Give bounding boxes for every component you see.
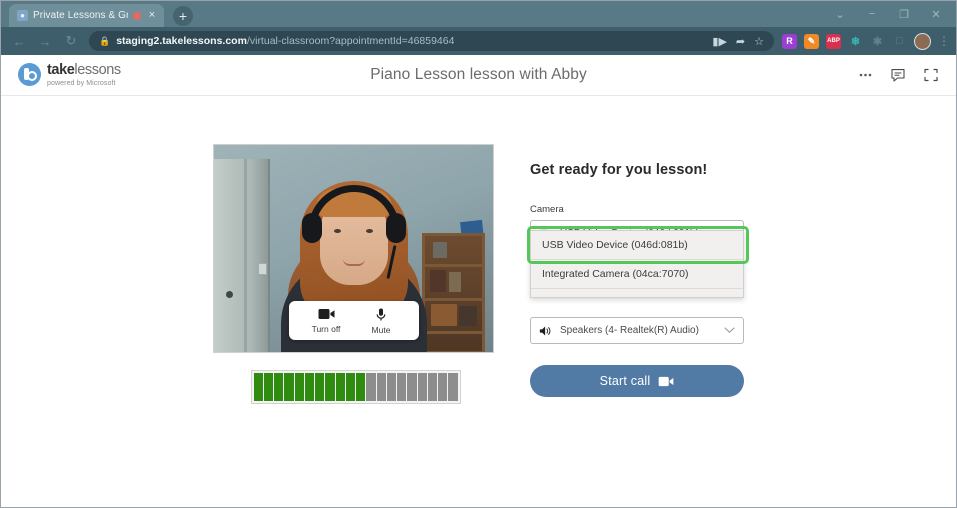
lock-icon: 🔒 [99, 35, 111, 46]
start-call-button[interactable]: Start call [530, 365, 744, 397]
audio-meter-segment [304, 373, 314, 401]
tab-search-chevron-icon[interactable]: ⌄ [824, 2, 856, 26]
video-bookshelf [422, 233, 485, 352]
audio-meter-segment [417, 373, 427, 401]
omnibox-actions: ▮▶ ➦ ☆ [704, 35, 764, 48]
audio-level-meter [250, 370, 461, 404]
video-lightswitch [258, 263, 267, 275]
app-header: takelessons powered by Microsoft Piano L… [1, 55, 956, 96]
main-content: Turn off Mute Get ready for you lesson! … [1, 96, 956, 507]
chat-icon[interactable] [890, 67, 906, 83]
video-camera-icon [318, 309, 334, 319]
audio-meter-segment [345, 373, 355, 401]
close-tab-icon[interactable]: × [146, 10, 158, 21]
microphone-icon [376, 308, 386, 321]
video-preview: Turn off Mute [213, 144, 494, 353]
setup-panel: Get ready for you lesson! Camera USB Vid… [527, 144, 749, 507]
speaker-icon [539, 326, 551, 335]
camera-options-dropdown[interactable]: USB Video Device (046d:081b) Integrated … [527, 226, 749, 298]
window-controls: ⌄ − ❐ ✕ [824, 1, 952, 27]
fullscreen-icon[interactable] [923, 67, 939, 83]
camera-field-label: Camera [530, 204, 564, 215]
speaker-selected-value: Speakers (4- Realtek(R) Audio) [560, 325, 699, 336]
url-host: staging2.takelessons.com [116, 35, 247, 47]
url-text: staging2.takelessons.com/virtual-classro… [116, 35, 454, 47]
audio-meter-segment [356, 373, 366, 401]
extension-r-icon[interactable]: R [782, 33, 797, 49]
audio-meter-segment [325, 373, 335, 401]
camera-option-usb[interactable]: USB Video Device (046d:081b) [531, 231, 743, 260]
extension-square-icon[interactable]: □ [892, 34, 907, 49]
more-options-icon[interactable] [858, 68, 873, 82]
audio-meter-segment [315, 373, 325, 401]
browser-tab[interactable]: ● Private Lessons & Group Cla × [9, 4, 164, 27]
mute-label: Mute [371, 325, 391, 335]
audio-meter-segment [335, 373, 345, 401]
page-title: Piano Lesson lesson with Abby [370, 66, 587, 83]
recording-dot-icon [133, 11, 141, 20]
browser-window: ● Private Lessons & Group Cla × + ⌄ − ❐ … [0, 0, 957, 508]
profile-avatar[interactable] [914, 32, 931, 50]
browser-menu-icon[interactable]: ⋮ [938, 34, 950, 48]
video-door [214, 159, 270, 352]
video-headphone-cup-right [385, 213, 406, 243]
video-camera-icon [658, 376, 674, 386]
dropdown-scroll-area [531, 289, 743, 297]
audio-meter-segment [253, 373, 263, 401]
minimize-button[interactable]: − [856, 2, 888, 26]
start-call-label: Start call [599, 374, 651, 388]
forward-icon[interactable]: → [33, 29, 57, 53]
video-doorknob [226, 291, 233, 298]
page-content: takelessons powered by Microsoft Piano L… [1, 55, 956, 507]
video-preview-column: Turn off Mute [213, 144, 498, 507]
reload-icon[interactable]: ↻ [59, 29, 83, 53]
video-doorframe [244, 159, 247, 352]
extension-faded-icon[interactable]: ✱ [870, 34, 885, 49]
address-bar[interactable]: 🔒 staging2.takelessons.com/virtual-class… [89, 31, 774, 51]
collections-icon[interactable]: ➦ [736, 35, 745, 48]
audio-meter-segment [294, 373, 304, 401]
audio-meter-segment [274, 373, 284, 401]
video-control-bar: Turn off Mute [288, 301, 419, 340]
tab-strip: ● Private Lessons & Group Cla × + ⌄ − ❐ … [1, 1, 956, 27]
browser-toolbar: ← → ↻ 🔒 staging2.takelessons.com/virtual… [1, 27, 956, 55]
setup-heading: Get ready for you lesson! [530, 162, 708, 178]
chevron-down-icon [724, 326, 735, 336]
back-icon[interactable]: ← [7, 29, 31, 53]
url-path: /virtual-classroom?appointmentId=4685946… [246, 35, 455, 47]
maximize-button[interactable]: ❐ [888, 2, 920, 26]
audio-meter-segment [407, 373, 417, 401]
video-headphone-cup-left [301, 213, 322, 243]
new-tab-icon: + [173, 6, 193, 26]
media-cast-icon[interactable]: ▮▶ [712, 35, 727, 48]
extension-teal-icon[interactable]: ❄ [848, 34, 863, 49]
audio-meter-segment [386, 373, 396, 401]
turn-off-label: Turn off [311, 324, 341, 334]
audio-meter-segment [427, 373, 437, 401]
mute-microphone-button[interactable]: Mute [354, 308, 409, 335]
tab-title: Private Lessons & Group Cla [33, 10, 128, 21]
audio-meter-segment [263, 373, 273, 401]
audio-meter-segment [366, 373, 376, 401]
audio-meter-segment [284, 373, 294, 401]
speaker-select[interactable]: Speakers (4- Realtek(R) Audio) [530, 317, 744, 344]
extension-orange-icon[interactable]: ✎ [804, 33, 819, 49]
turn-off-camera-button[interactable]: Turn off [299, 308, 354, 335]
extension-icons: R ✎ ABP ❄ ✱ □ ⋮ [782, 32, 950, 50]
site-favicon: ● [17, 10, 28, 21]
favorite-star-icon[interactable]: ☆ [754, 35, 764, 48]
close-window-button[interactable]: ✕ [920, 2, 952, 26]
camera-option-integrated[interactable]: Integrated Camera (04ca:7070) [531, 260, 743, 289]
new-tab-button[interactable]: + [171, 5, 195, 27]
extension-abp-icon[interactable]: ABP [826, 33, 841, 49]
audio-meter-segment [397, 373, 407, 401]
video-person-mouth [342, 259, 365, 266]
audio-meter-segment [448, 373, 458, 401]
audio-meter-segment [438, 373, 448, 401]
header-actions [858, 67, 939, 83]
audio-meter-segment [376, 373, 386, 401]
